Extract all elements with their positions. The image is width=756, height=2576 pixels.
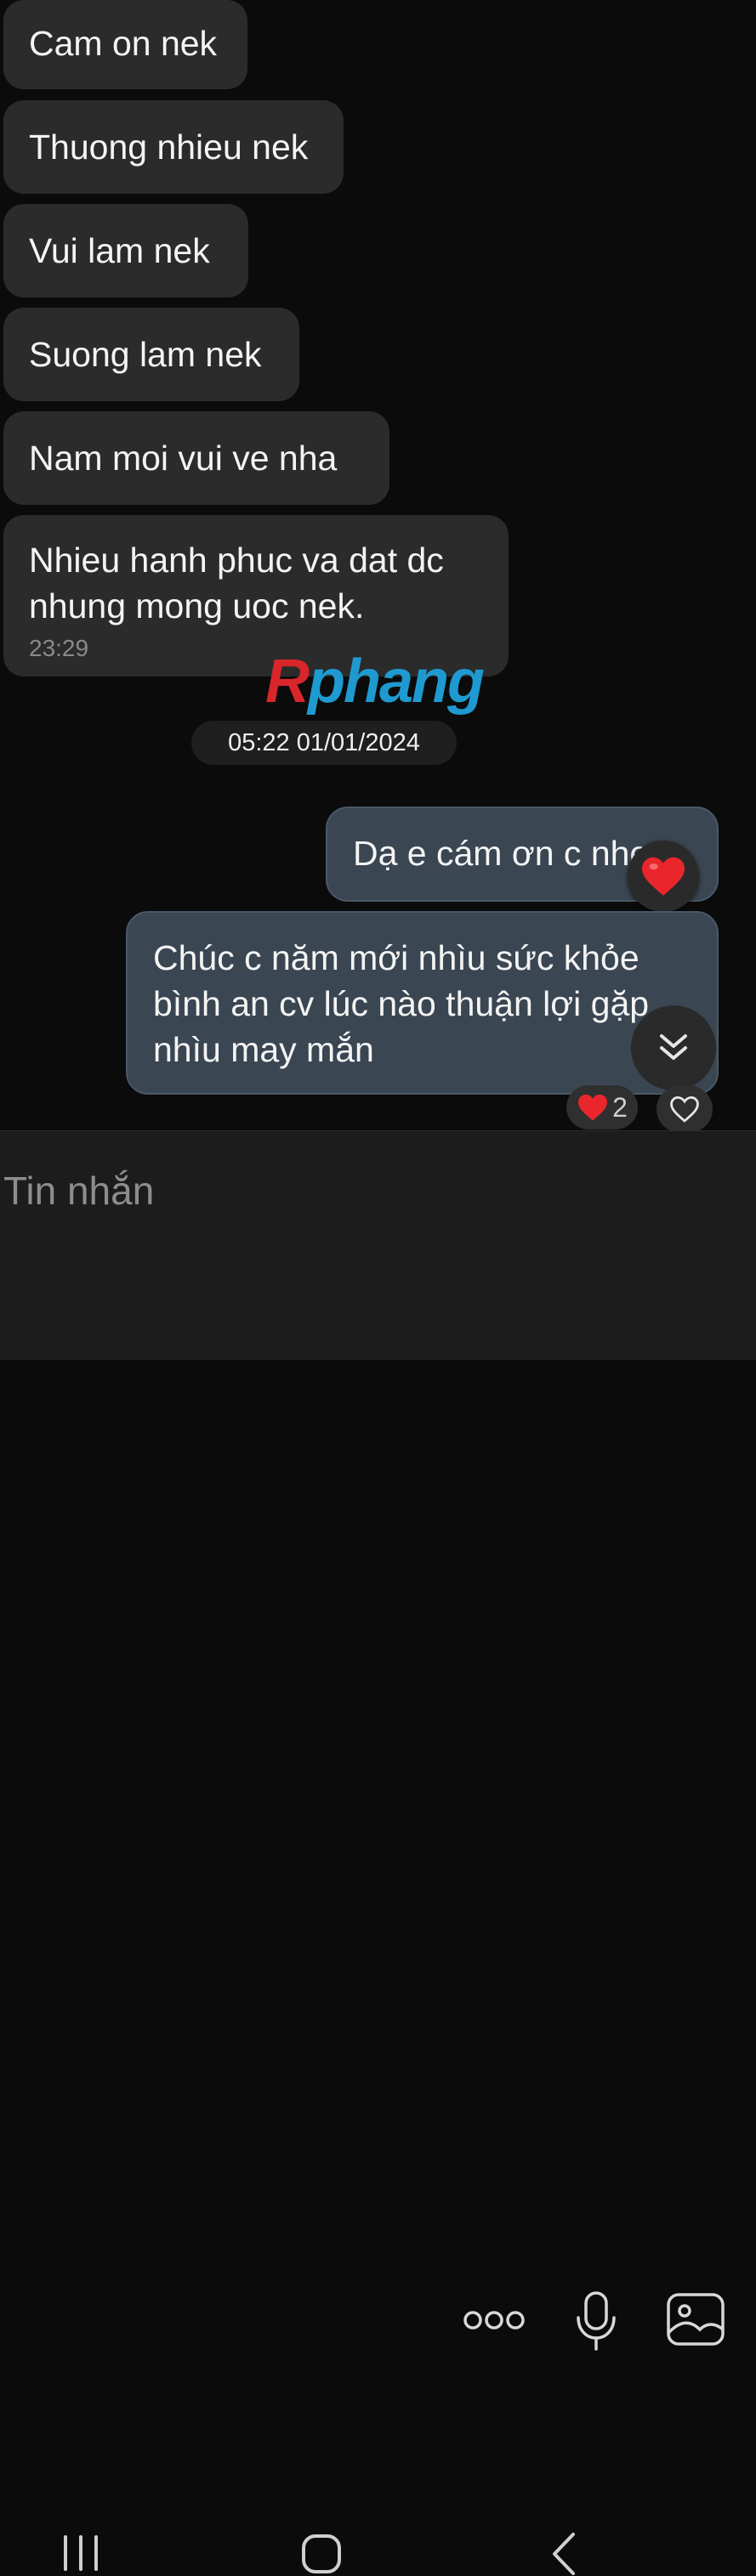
heart-outline-icon xyxy=(670,1096,699,1123)
red-heart-icon xyxy=(578,1094,608,1121)
home-icon[interactable] xyxy=(301,2534,342,2574)
like-button[interactable] xyxy=(657,1085,713,1130)
scroll-down-icon xyxy=(660,1034,687,1060)
message-line: Chúc c năm mới nhìu sức khỏe xyxy=(153,938,639,977)
back-icon[interactable] xyxy=(551,2532,577,2576)
message-bubble[interactable]: Vui lam nek xyxy=(3,204,248,297)
message-line: nhung mong uoc nek. xyxy=(29,586,365,626)
reaction-badge[interactable] xyxy=(628,841,699,912)
more-icon[interactable] xyxy=(462,2307,526,2333)
gallery-icon[interactable] xyxy=(666,2292,725,2347)
system-navigation-bar xyxy=(0,1249,756,2575)
scroll-down-button[interactable] xyxy=(631,1005,716,1090)
reaction-count-badge[interactable]: 2 xyxy=(566,1085,638,1129)
message-composer: Tin nhắn xyxy=(0,1130,756,2351)
message-bubble[interactable]: Cam on nek xyxy=(3,0,247,89)
red-heart-icon xyxy=(642,857,685,896)
message-line: bình an cv lúc nào thuận lợi gặp xyxy=(153,984,650,1023)
message-bubble[interactable]: Suong lam nek xyxy=(3,308,299,401)
message-bubble-outgoing[interactable]: Chúc c năm mới nhìu sức khỏe bình an cv … xyxy=(126,911,719,1095)
watermark-rest: phang xyxy=(308,648,485,716)
chat-thread[interactable]: Cam on nek Thuong nhieu nek Vui lam nek … xyxy=(0,0,756,1130)
message-bubble[interactable]: Thuong nhieu nek xyxy=(3,100,344,194)
reaction-count: 2 xyxy=(612,1091,628,1123)
message-input[interactable]: Tin nhắn xyxy=(3,1165,154,1216)
message-bubble[interactable]: Nam moi vui ve nha xyxy=(3,411,389,505)
recent-apps-icon[interactable] xyxy=(61,2534,100,2572)
message-line: nhìu may mắn xyxy=(153,1030,374,1069)
watermark-logo: Rphang xyxy=(265,648,485,716)
date-separator: 05:22 01/01/2024 xyxy=(191,721,457,765)
message-line: Nhieu hanh phuc va dat dc xyxy=(29,541,444,580)
microphone-icon[interactable] xyxy=(575,2290,617,2352)
watermark-first-letter: R xyxy=(265,648,310,716)
